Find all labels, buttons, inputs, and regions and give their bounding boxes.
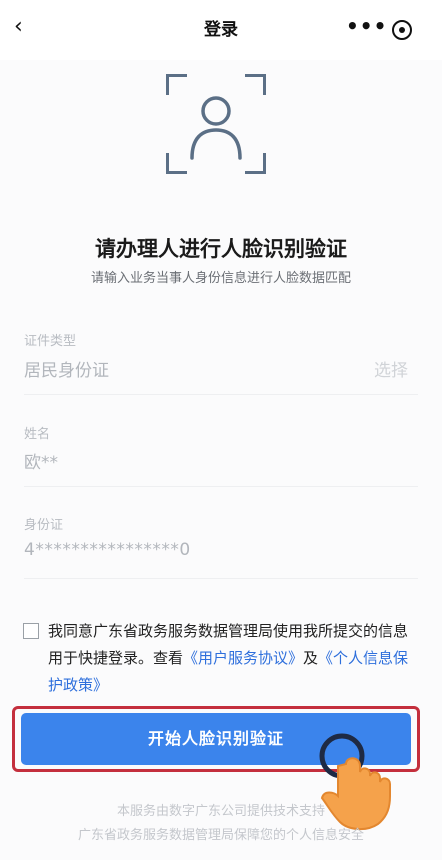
frame-corner-top-right <box>245 74 266 95</box>
id-number-field[interactable]: 4****************0 <box>24 540 191 560</box>
consent-checkbox[interactable] <box>23 623 39 639</box>
id-type-label: 证件类型 <box>24 334 77 349</box>
divider <box>24 578 418 579</box>
id-type-select-button[interactable]: 选择 <box>374 356 408 381</box>
footer-text: 本服务由数字广东公司提供技术支持 广东省政务服务数据管理局保障您的个人信息安全 <box>0 800 442 848</box>
consent-text-part-2: 及 <box>303 649 319 667</box>
footer-line-1: 本服务由数字广东公司提供技术支持 <box>116 804 325 819</box>
frame-corner-bottom-right <box>245 153 266 174</box>
face-frame-icon <box>166 74 266 174</box>
frame-corner-top-left <box>166 74 187 95</box>
id-number-label: 身份证 <box>24 518 64 533</box>
frame-corner-bottom-left <box>166 153 187 174</box>
consent-text: 我同意广东省政务服务数据管理局使用我所提交的信息用于快捷登录。查看《用户服务协议… <box>48 618 418 699</box>
divider <box>24 486 418 487</box>
name-label: 姓名 <box>24 427 51 442</box>
top-bar: ‹ 登录 ••• <box>0 0 442 60</box>
user-agreement-link[interactable]: 《用户服务协议》 <box>183 649 303 667</box>
login-screen: ‹ 登录 ••• 请办理人进行人脸识别验证 请输入业务当事人身份信息进行人脸数据… <box>0 0 442 860</box>
person-icon <box>190 96 242 160</box>
more-dots-icon[interactable]: ••• <box>346 14 387 38</box>
headline: 请办理人进行人脸识别验证 <box>95 237 347 261</box>
target-icon[interactable] <box>392 20 412 40</box>
id-type-value[interactable]: 居民身份证 <box>24 356 109 381</box>
footer-line-2: 广东省政务服务数据管理局保障您的个人信息安全 <box>77 828 364 843</box>
divider <box>24 394 418 395</box>
name-field[interactable]: 欧** <box>24 448 58 473</box>
subline: 请输入业务当事人身份信息进行人脸数据匹配 <box>90 271 351 286</box>
